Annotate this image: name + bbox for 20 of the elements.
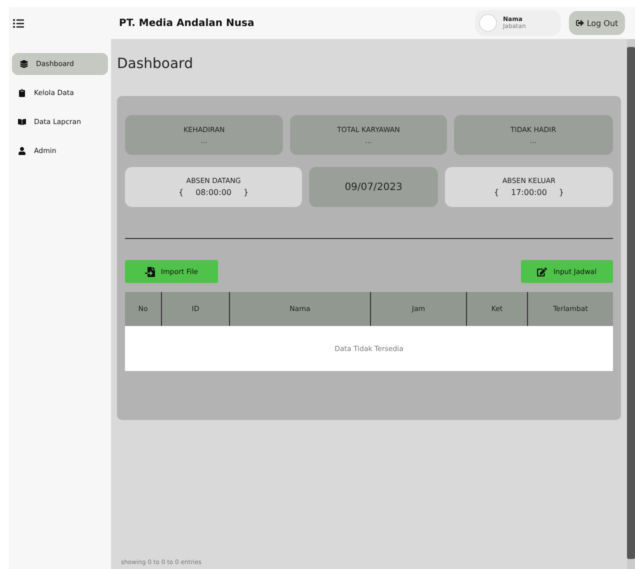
edit-icon bbox=[537, 266, 548, 276]
page-title: Dashboard bbox=[117, 56, 194, 74]
brace: } bbox=[244, 188, 249, 197]
time-value: 08:00:00 bbox=[196, 188, 232, 197]
menu-icon[interactable] bbox=[13, 18, 24, 28]
logout-button[interactable]: Log Out bbox=[569, 11, 625, 35]
avatar-icon bbox=[479, 14, 497, 32]
file-import-icon bbox=[144, 266, 155, 276]
brace: { bbox=[494, 188, 499, 197]
time-value: 17:00:00 bbox=[510, 188, 547, 197]
user-icon bbox=[18, 147, 26, 155]
company-name: PT. Media Andalan Nusa bbox=[118, 18, 256, 28]
brace: } bbox=[558, 188, 564, 197]
logout-icon bbox=[576, 19, 584, 27]
brace: { bbox=[178, 188, 184, 197]
date-text: 09/07/2023 bbox=[344, 182, 402, 192]
scrollbar[interactable] bbox=[627, 39, 635, 569]
clipboard-icon bbox=[18, 89, 26, 97]
layers-icon bbox=[20, 60, 28, 68]
book-icon bbox=[18, 118, 26, 126]
